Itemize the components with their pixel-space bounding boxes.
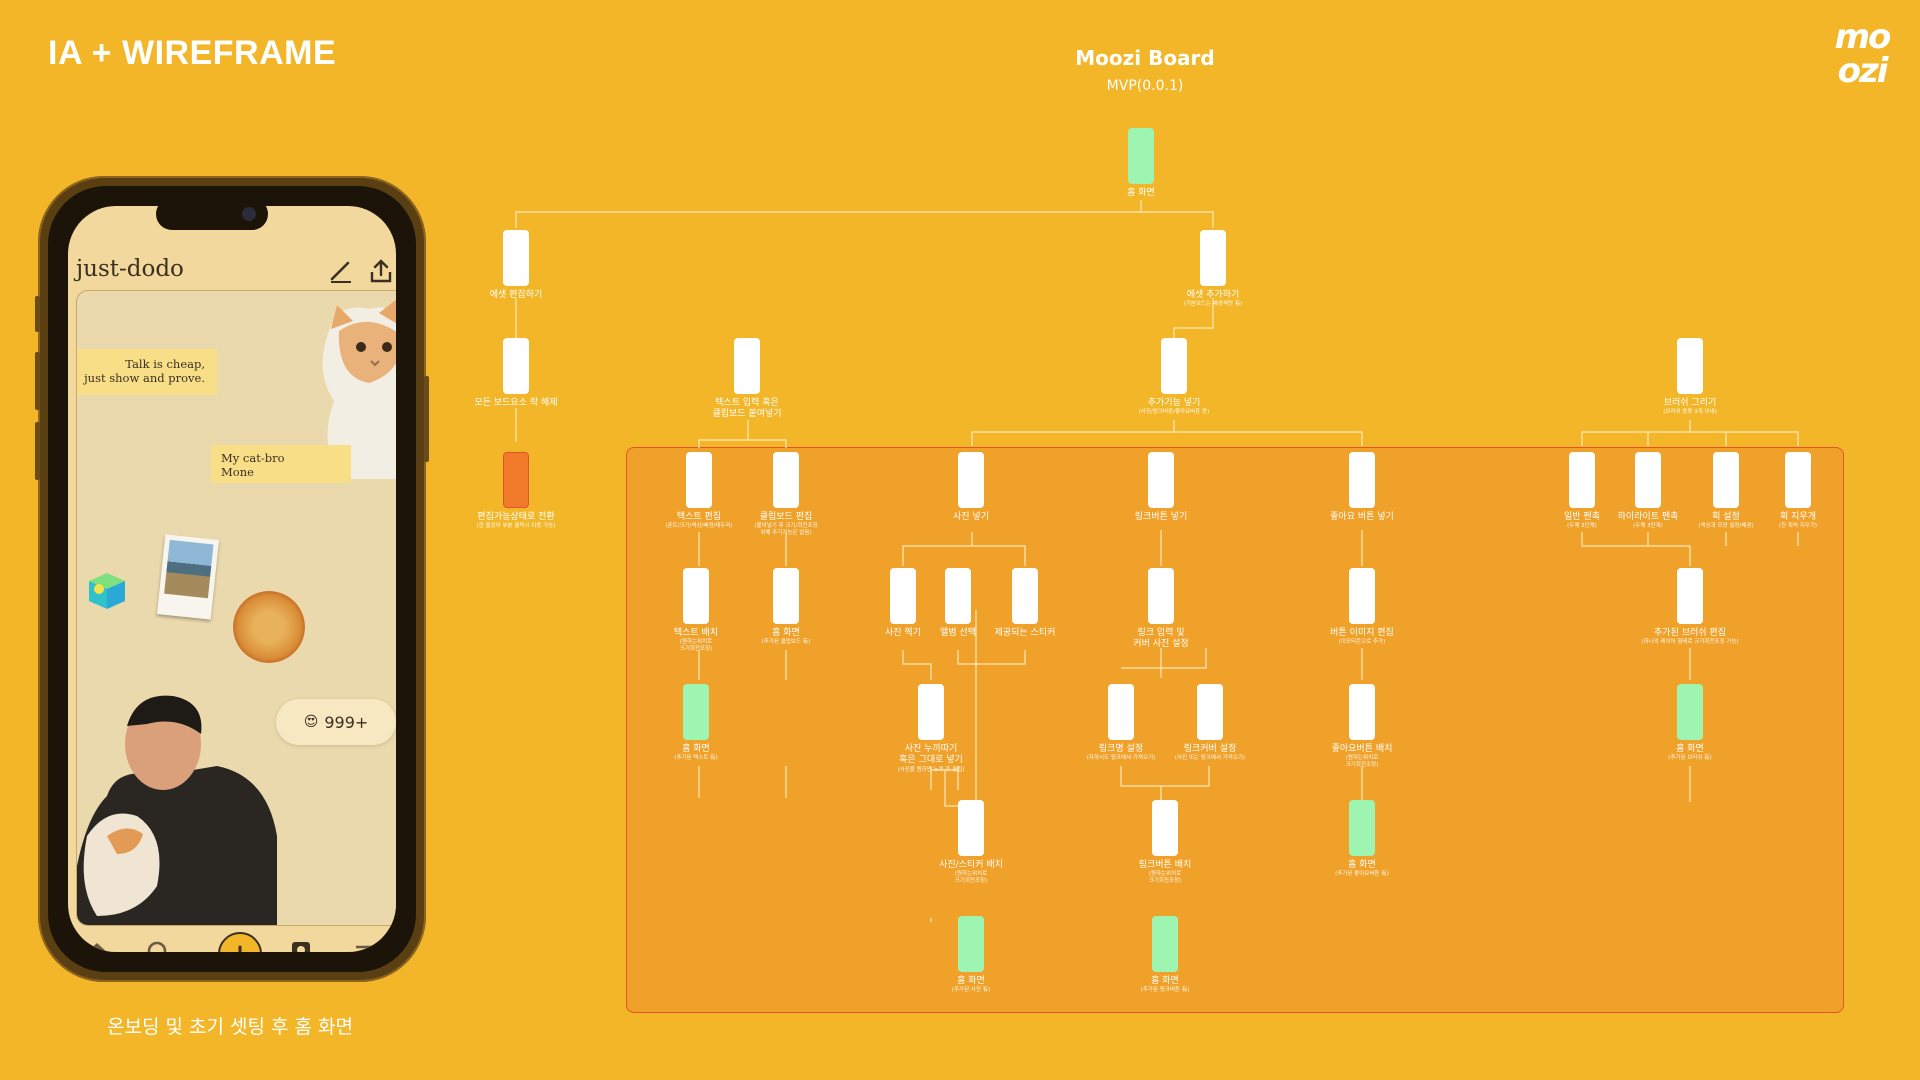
node-feature-add[interactable] (1161, 338, 1187, 394)
node-like-place[interactable] (1349, 684, 1375, 740)
node-like-home-sub: (추가된 좋아요버튼 有) (1335, 871, 1389, 877)
node-link-place-sub: (원하는위치로 크기회전조정) (1148, 871, 1182, 884)
node-widget-edit-label: 에셋 편집하기 (489, 290, 543, 300)
node-feature-add-label: 추가기능 넣기 (1147, 398, 1201, 408)
node-brush-home-label: 홈 화면 (1676, 744, 1704, 754)
node-link-name[interactable] (1108, 684, 1134, 740)
node-link-place[interactable] (1152, 800, 1178, 856)
node-clip-edit-label: 클립보드 편집 (759, 512, 813, 522)
node-widget-add[interactable] (1200, 230, 1226, 286)
node-link-home-sub: (추가된 링크버튼 有) (1140, 987, 1190, 993)
node-widget-edit[interactable] (503, 230, 529, 286)
node-all-board-fix-label: 모든 보드요소 락 해제 (474, 398, 558, 408)
node-brush-edit-label: 추가된 브러쉬 편집 (1654, 628, 1726, 638)
node-link-home-label: 홈 화면 (1151, 976, 1179, 986)
node-link-cover-label: 링크커버 설정 (1183, 744, 1237, 754)
node-link-place-label: 링크버튼 배치 (1138, 860, 1192, 870)
node-text-home-label: 홈 화면 (682, 744, 710, 754)
node-like-img[interactable] (1349, 568, 1375, 624)
node-link-add-label: 링크버튼 넣기 (1134, 512, 1188, 522)
node-like-add[interactable] (1349, 452, 1375, 508)
node-brush-sub: (브러쉬 종류 3개 이내) (1663, 409, 1717, 415)
node-brush-erase[interactable] (1785, 452, 1811, 508)
node-photo-home-sub: (추가된 사진 有) (951, 987, 991, 993)
node-text-home[interactable] (683, 684, 709, 740)
node-feature-add-sub: (사진/링크버튼/좋아요버튼 등) (1138, 409, 1210, 415)
node-album-select[interactable] (945, 568, 971, 624)
node-text-edit[interactable] (686, 452, 712, 508)
node-photo-add[interactable] (958, 452, 984, 508)
node-link-input[interactable] (1148, 568, 1174, 624)
node-text-input-label: 텍스트 입력 혹은 클립보드 붙여넣기 (712, 398, 782, 419)
node-photo-place-label: 사진/스티커 배치 (939, 860, 1003, 870)
node-like-home[interactable] (1349, 800, 1375, 856)
node-clip-home-sub: (추가된 클립보드 有) (761, 639, 811, 645)
node-edit-mode-sub: (한 들었어 부분 클릭시 이동 가능) (476, 523, 556, 529)
node-brush-label: 브러쉬 그리기 (1663, 398, 1717, 408)
node-photo-add-label: 사진 넣기 (953, 512, 989, 522)
node-photo-crop[interactable] (918, 684, 944, 740)
node-link-cover[interactable] (1197, 684, 1223, 740)
node-text-home-sub: (추가된 텍스트 有) (674, 755, 718, 761)
node-text-input[interactable] (734, 338, 760, 394)
node-photo-home-label: 홈 화면 (957, 976, 985, 986)
node-clip-edit[interactable] (773, 452, 799, 508)
node-brush-edit[interactable] (1677, 568, 1703, 624)
node-link-input-label: 링크 입력 및 커버 사진 설정 (1133, 628, 1189, 649)
node-photo-home[interactable] (958, 916, 984, 972)
node-root-home[interactable] (1128, 128, 1154, 184)
node-like-img-sub: (이모티콘으로 추가) (1338, 639, 1386, 645)
node-all-board-fix[interactable] (503, 338, 529, 394)
node-like-home-label: 홈 화면 (1348, 860, 1376, 870)
node-link-cover-sub: (사진 또는 링크에서 가져오기) (1174, 755, 1246, 761)
node-photo-place-sub: (원하는위치로 크기회전조정) (954, 871, 988, 884)
node-brush-erase-sub: (한 획씩 지우기) (1778, 523, 1818, 529)
node-sticker-label: 제공되는 스티커 (994, 628, 1056, 638)
node-clip-edit-sub: (붙여넣기 후 크기/회전조정 위해 추가기능은 없음) (754, 523, 818, 536)
node-like-place-sub: (원하는위치로 크기회전조정) (1345, 755, 1379, 768)
node-brush-color[interactable] (1713, 452, 1739, 508)
node-link-home[interactable] (1152, 916, 1178, 972)
node-brush-highlight[interactable] (1635, 452, 1661, 508)
node-like-img-label: 버튼 이미지 편집 (1330, 628, 1394, 638)
node-text-place[interactable] (683, 568, 709, 624)
node-brush-erase-label: 획 지우개 (1780, 512, 1816, 522)
node-brush-pen[interactable] (1569, 452, 1595, 508)
node-edit-mode-label: 편집가능상태로 전환 (477, 512, 555, 522)
node-widget-add-sub: (기본보드는 배경색만 有) (1183, 301, 1243, 307)
node-brush-edit-sub: (하나의 레이어 형태로 크기회전조정 가능) (1641, 639, 1739, 645)
node-link-add[interactable] (1148, 452, 1174, 508)
node-widget-add-label: 에셋 추가하기 (1186, 290, 1240, 300)
node-like-add-label: 좋아요 버튼 넣기 (1330, 512, 1394, 522)
node-sticker[interactable] (1012, 568, 1038, 624)
node-photo-place[interactable] (958, 800, 984, 856)
node-photo-take[interactable] (890, 568, 916, 624)
node-photo-crop-label: 사진 누끼따기 혹은 그대로 넣기 (899, 744, 963, 765)
node-root-home-label: 홈 화면 (1127, 188, 1155, 198)
node-clip-home[interactable] (773, 568, 799, 624)
node-edit-mode[interactable] (503, 452, 529, 508)
node-brush[interactable] (1677, 338, 1703, 394)
node-photo-crop-sub: (사진을 원하면 누끼 후 편집) (897, 767, 965, 773)
node-brush-home-sub: (추가된 브러쉬 有) (1668, 755, 1712, 761)
node-brush-home[interactable] (1677, 684, 1703, 740)
node-like-place-label: 좋아요버튼 배치 (1331, 744, 1393, 754)
